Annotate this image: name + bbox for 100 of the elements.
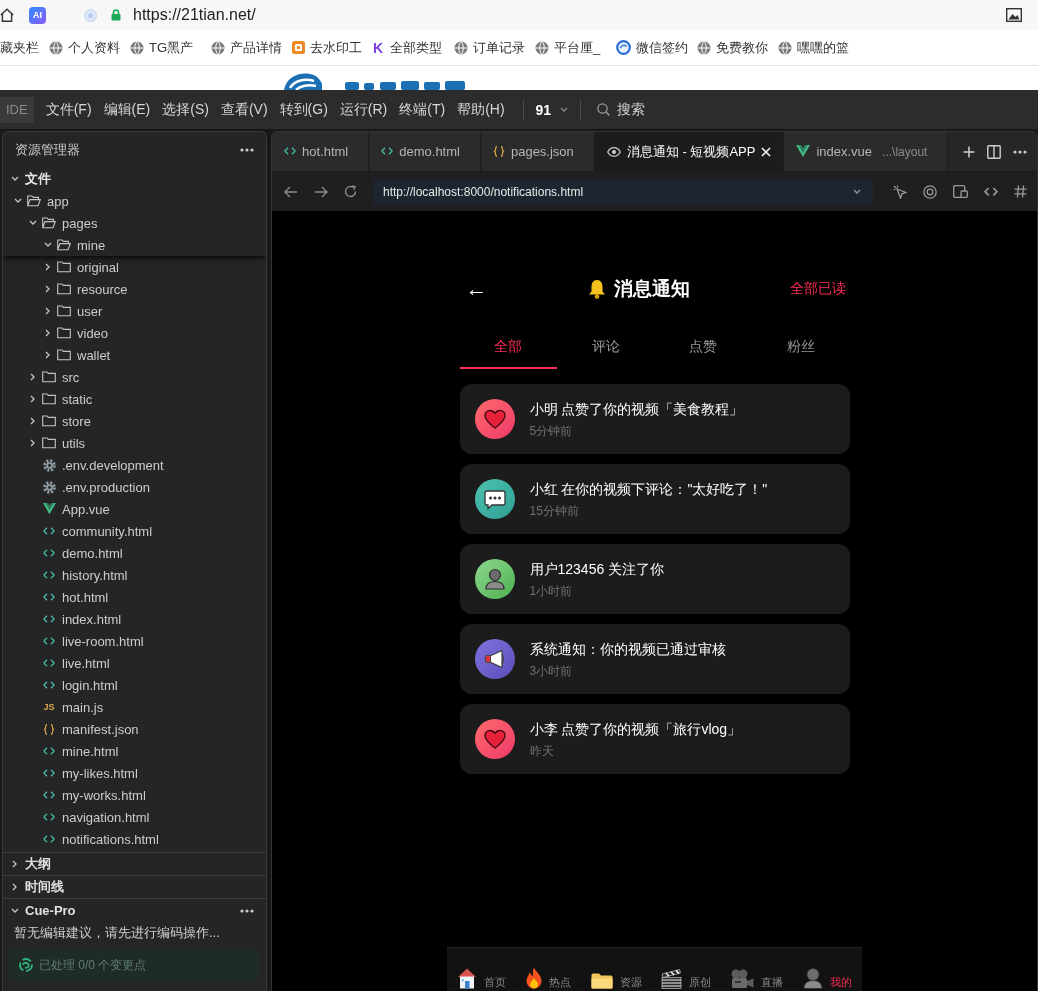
bookmark-link[interactable]: 免费教你 — [697, 38, 778, 57]
folder-icon — [42, 393, 56, 405]
close-icon[interactable] — [761, 146, 772, 157]
notification-time: 昨天 — [529, 742, 555, 760]
folder-icon — [57, 261, 71, 273]
more-icon — [1013, 149, 1027, 154]
hash-button[interactable] — [1014, 185, 1027, 198]
address-text[interactable]: https://21tian.net/ — [133, 6, 256, 24]
nav-item[interactable]: 我的 — [803, 968, 853, 989]
folder-row[interactable]: mine — [3, 234, 266, 256]
bookmark-link[interactable]: 嘿嘿的篮 — [778, 38, 859, 57]
notification-card[interactable]: 用户123456 关注了你 1小时前 — [459, 544, 850, 614]
nav-item[interactable]: 原创 — [661, 969, 712, 989]
globe-icon — [211, 40, 225, 55]
menu-item[interactable]: 文件(F) — [39, 95, 98, 124]
bookmark-link[interactable]: 去水印工 — [292, 38, 373, 57]
bookmark-link[interactable]: K 全部类型 — [373, 38, 454, 57]
forward-button[interactable] — [314, 185, 328, 198]
notification-text: 系统通知：你的视频已通过审核 — [529, 639, 726, 659]
v-logo-icon — [796, 145, 811, 158]
notification-time: 3小时前 — [529, 662, 574, 680]
hash-icon — [1014, 185, 1027, 198]
v-logo-icon — [42, 503, 56, 515]
editor-tab[interactable]: pages.json — [480, 132, 595, 171]
back-button[interactable] — [284, 185, 298, 198]
globe-icon — [49, 40, 63, 55]
menu-item[interactable]: 选择(S) — [156, 95, 215, 124]
code-icon — [43, 747, 55, 755]
editor-tab[interactable]: 消息通知 - 短视频APP — [594, 132, 785, 171]
notification-card[interactable]: 系统通知：你的视频已通过审核 3小时前 — [459, 624, 850, 694]
reload-button[interactable] — [344, 185, 357, 198]
menu-item[interactable]: 编辑(E) — [97, 95, 157, 124]
bookmark-link[interactable]: 订单记录 — [454, 38, 535, 57]
back-button[interactable]: ← — [459, 278, 488, 300]
url-field[interactable]: http://localhost:8000/notifications.html — [373, 178, 873, 205]
notification-card[interactable]: 小明 点赞了你的视频「美食教程」 5分钟前 — [459, 384, 850, 454]
tab-path-text: ...\layout — [882, 144, 928, 159]
bookmark-link[interactable]: 平台厘_ — [535, 38, 616, 57]
chevron-down-icon — [853, 188, 861, 195]
folder-icon — [57, 349, 71, 361]
bookmark-link[interactable]: 个人资料 — [49, 38, 130, 57]
speech-bubble-icon — [474, 479, 515, 519]
ai-app-button[interactable]: AI — [29, 6, 46, 24]
reload-icon — [344, 185, 357, 198]
menu-item[interactable]: 运行(R) — [333, 95, 394, 124]
nav-item[interactable]: 首页 — [456, 967, 506, 989]
bookmark-link[interactable]: 微信签约 — [616, 38, 697, 57]
filter-tab[interactable]: 全部 — [459, 327, 557, 369]
folder-icon — [590, 973, 613, 989]
menu-item[interactable]: 终端(T) — [393, 95, 452, 124]
braces-icon — [43, 723, 55, 735]
mark-all-read-button[interactable]: 全部已读 — [789, 280, 850, 298]
target-button[interactable] — [923, 184, 937, 199]
filter-tab[interactable]: 粉丝 — [752, 327, 850, 369]
split-editor-button[interactable] — [987, 144, 1001, 159]
menu-item[interactable]: 帮助(H) — [451, 95, 511, 124]
swirl-icon — [19, 958, 33, 972]
editor-tab[interactable]: index.vue ...\layout — [784, 132, 949, 171]
notification-card[interactable]: 小红 在你的视频下评论："太好吃了！" 15分钟前 — [459, 464, 850, 534]
nav-item[interactable]: 热点 — [525, 967, 571, 989]
filter-tab[interactable]: 点赞 — [654, 327, 752, 369]
panel-header[interactable]: 时间线 — [3, 875, 266, 898]
more-button[interactable] — [1013, 149, 1027, 154]
code-icon — [43, 813, 55, 821]
code-icon — [43, 593, 55, 601]
more-icon — [240, 908, 254, 913]
menu-item[interactable]: 转到(G) — [273, 95, 334, 124]
more-button[interactable] — [240, 908, 254, 913]
notification-text: 小李 点赞了你的视频「旅行vlog」 — [529, 719, 742, 739]
notification-time: 1小时前 — [529, 582, 574, 600]
editor-tab[interactable]: demo.html — [369, 132, 481, 171]
picture-icon[interactable] — [1006, 8, 1022, 22]
more-button[interactable] — [240, 148, 254, 152]
menu-item[interactable]: 查看(V) — [214, 95, 274, 124]
search-icon — [597, 103, 611, 116]
arrow-left-icon — [284, 185, 298, 198]
home-icon[interactable] — [0, 8, 14, 22]
bookmark-link[interactable]: 产品详情 — [211, 38, 292, 57]
new-tab-button[interactable] — [963, 145, 975, 158]
panel-header[interactable]: 大纲 — [3, 852, 266, 875]
inspect-button[interactable] — [893, 184, 907, 199]
bookmark-link[interactable]: TG黑产 — [130, 38, 211, 57]
code-icon — [43, 659, 55, 667]
nav-item[interactable]: 资源 — [590, 973, 642, 989]
notification-time: 5分钟前 — [529, 422, 574, 440]
nav-item[interactable]: 直播 — [731, 969, 784, 989]
folder-open-icon — [57, 239, 71, 251]
source-button[interactable] — [984, 186, 998, 197]
explorer-title: 资源管理器 — [15, 141, 80, 159]
plus-icon — [963, 145, 975, 158]
device-button[interactable] — [953, 185, 968, 198]
search-button[interactable]: 搜索 — [593, 100, 646, 119]
editor-tab[interactable]: hot.html — [272, 132, 370, 171]
notification-card[interactable]: 小李 点赞了你的视频「旅行vlog」 昨天 — [459, 704, 850, 774]
notification-text: 用户123456 关注了你 — [529, 559, 665, 579]
counter-dropdown[interactable]: 91 — [535, 101, 569, 118]
filter-tab[interactable]: 评论 — [557, 327, 655, 369]
panel-header[interactable]: Cue-Pro — [10, 903, 76, 918]
braces-icon — [492, 146, 505, 157]
bookmark-link[interactable]: 藏夹栏 — [0, 38, 49, 57]
